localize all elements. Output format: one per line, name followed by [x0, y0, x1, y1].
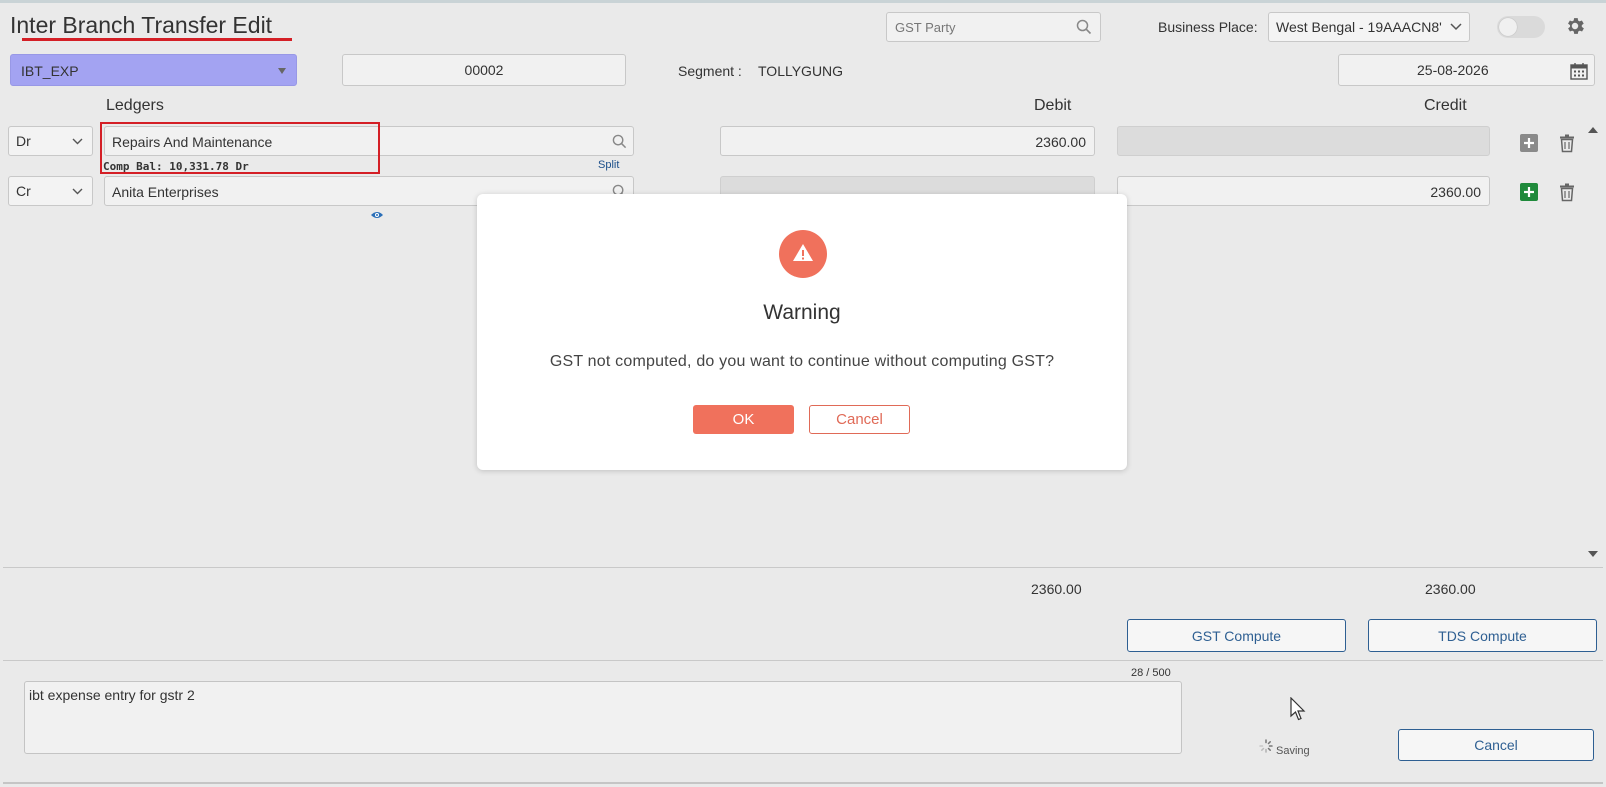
total-credit: 2360.00 — [1425, 581, 1476, 597]
cancel-button[interactable]: Cancel — [1398, 729, 1594, 761]
row2-drcr-select[interactable]: Cr — [8, 176, 93, 206]
gear-icon[interactable] — [1564, 15, 1586, 37]
chevron-down-icon — [72, 188, 83, 195]
row2-credit-field[interactable]: 2360.00 — [1117, 176, 1490, 206]
add-row-icon[interactable] — [1519, 133, 1539, 153]
trash-icon[interactable] — [1557, 182, 1577, 202]
segment-label: Segment : — [678, 63, 742, 79]
voucher-number-field[interactable]: 00002 — [342, 54, 626, 86]
divider — [3, 567, 1603, 568]
bottom-border — [3, 782, 1603, 784]
split-link[interactable]: Split — [598, 159, 619, 171]
eye-icon[interactable] — [370, 210, 384, 220]
row1-drcr-value: Dr — [16, 133, 31, 149]
voucher-date-value: 25-08-2026 — [1417, 62, 1489, 78]
gst-party-placeholder: GST Party — [895, 20, 956, 35]
row1-debit-field[interactable]: 2360.00 — [720, 126, 1095, 156]
toggle-knob — [1499, 18, 1517, 36]
gst-party-search[interactable]: GST Party — [886, 12, 1101, 42]
dialog-cancel-button[interactable]: Cancel — [809, 405, 910, 434]
title-underline — [22, 38, 292, 41]
voucher-type-value: IBT_EXP — [21, 63, 79, 79]
total-debit: 2360.00 — [1031, 581, 1082, 597]
debit-header: Debit — [1034, 97, 1072, 114]
tds-compute-button[interactable]: TDS Compute — [1368, 619, 1597, 652]
chevron-down-icon — [72, 138, 83, 145]
row1-drcr-select[interactable]: Dr — [8, 126, 93, 156]
scroll-up-arrow[interactable] — [1588, 127, 1598, 133]
ledgers-header: Ledgers — [106, 97, 164, 114]
gst-compute-button[interactable]: GST Compute — [1127, 619, 1346, 652]
chevron-down-icon — [1450, 23, 1462, 31]
segment-value: TOLLYGUNG — [758, 63, 844, 79]
warning-triangle-icon — [793, 244, 813, 261]
warning-icon — [779, 230, 827, 278]
saving-status: Saving — [1276, 745, 1310, 757]
ok-button[interactable]: OK — [693, 405, 794, 434]
char-count: 28 / 500 — [1131, 667, 1171, 679]
search-icon[interactable] — [1076, 19, 1092, 35]
scroll-down-arrow[interactable] — [1588, 551, 1598, 557]
divider — [3, 660, 1603, 661]
row1-credit-field — [1117, 126, 1490, 156]
warning-dialog: Warning GST not computed, do you want to… — [477, 194, 1127, 470]
top-border — [0, 0, 1606, 3]
row2-drcr-value: Cr — [16, 183, 31, 199]
spinner-icon — [1259, 739, 1273, 753]
dialog-title: Warning — [763, 301, 841, 324]
voucher-date-field[interactable]: 25-08-2026 — [1338, 54, 1595, 86]
row2-ledger-value: Anita Enterprises — [112, 184, 219, 200]
add-row-icon[interactable] — [1519, 182, 1539, 202]
voucher-type-select[interactable]: IBT_EXP — [10, 54, 297, 86]
business-place-label: Business Place: — [1158, 19, 1258, 35]
highlight-box — [100, 122, 380, 174]
trash-icon[interactable] — [1557, 133, 1577, 153]
credit-header: Credit — [1424, 97, 1467, 114]
toggle-switch[interactable] — [1497, 16, 1545, 38]
dialog-message: GST not computed, do you want to continu… — [549, 353, 1055, 370]
caret-down-icon — [278, 68, 286, 74]
business-place-value: West Bengal - 19AAACN8' — [1276, 19, 1442, 35]
search-icon[interactable] — [612, 134, 627, 149]
page-title: Inter Branch Transfer Edit — [10, 12, 273, 38]
business-place-select[interactable]: West Bengal - 19AAACN8' — [1268, 12, 1470, 42]
cursor-icon — [1290, 697, 1306, 721]
calendar-icon[interactable] — [1569, 61, 1589, 81]
narration-textarea[interactable]: ibt expense entry for gstr 2 — [24, 681, 1182, 754]
